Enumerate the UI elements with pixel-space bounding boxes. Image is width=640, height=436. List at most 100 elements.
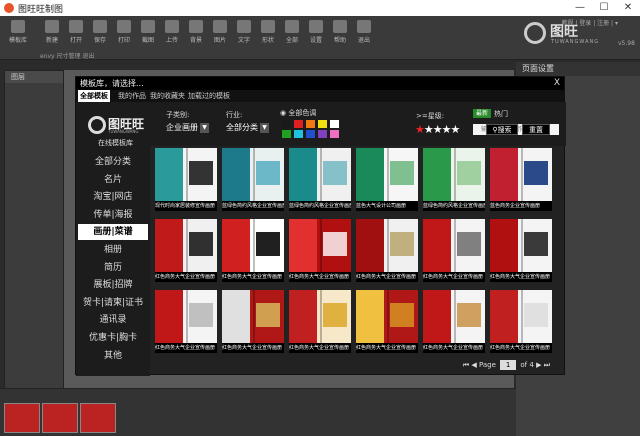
select-all-icon (285, 20, 299, 33)
star-rating-filter[interactable]: ★★★★★ (415, 123, 461, 136)
template-card[interactable]: 蓝绿色简约风格企业宣传画册 (289, 148, 351, 211)
tool-help[interactable]: 帮助 (328, 20, 352, 50)
template-card[interactable]: 红色商务大气企业宣传画册 (155, 219, 217, 282)
tool-settings[interactable]: 设置 (304, 20, 328, 50)
template-card[interactable]: 蓝绿色简约风格企业宣传画册 (222, 148, 284, 211)
subcategory-select[interactable]: 企业画册 ▼ (166, 122, 209, 134)
maximize-button[interactable]: ☐ (592, 0, 616, 16)
template-card[interactable]: 红色商务大气企业宣传画册 (289, 290, 351, 353)
dialog-close-button[interactable]: X (554, 77, 560, 90)
category-item[interactable]: 简历 (78, 260, 148, 276)
close-window-button[interactable]: ✕ (616, 0, 640, 16)
sort-newest-tab[interactable]: 最新 (473, 109, 492, 118)
template-caption: 蓝色大气设计公司画册 (356, 201, 418, 211)
template-preview-image (155, 148, 217, 201)
tool-open[interactable]: 打开 (64, 20, 88, 50)
tool-screenshot[interactable]: 截图 (136, 20, 160, 50)
template-preview-image (356, 148, 418, 201)
tool-shape[interactable]: 形状 (256, 20, 280, 50)
template-card[interactable]: 红色商务大气企业宣传画册 (423, 219, 485, 282)
page-thumbnail[interactable] (4, 403, 40, 433)
color-swatch[interactable] (330, 130, 339, 138)
template-preview-image (490, 148, 552, 201)
category-item[interactable]: 画册|菜谱 (78, 224, 148, 241)
tool-upload[interactable]: 上传 (160, 20, 184, 50)
template-card[interactable]: 蓝色大气设计公司画册 (356, 148, 418, 211)
template-card[interactable]: 蓝色商务企业宣传画册 (490, 148, 552, 211)
minimize-button[interactable]: — (568, 0, 592, 16)
template-caption: 蓝绿色简约风格企业宣传画册 (289, 201, 351, 211)
page-thumbnail[interactable] (80, 403, 116, 433)
first-page-button[interactable]: ⏮ (463, 361, 469, 370)
tool-exit[interactable]: 退出 (352, 20, 376, 50)
page-thumbnail[interactable] (42, 403, 78, 433)
all-colors-option[interactable]: ◉ 全部色调 (280, 108, 316, 118)
template-card[interactable]: 红色商务大气企业宣传画册 (490, 290, 552, 353)
prev-page-button[interactable]: ◀ (471, 361, 476, 369)
template-caption: 红色商务大气企业宣传画册 (423, 343, 485, 353)
color-swatch[interactable] (294, 120, 303, 128)
category-item[interactable]: 名片 (78, 172, 148, 188)
template-card[interactable]: 蓝绿色简约风格企业宣传画册 (423, 148, 485, 211)
industry-select[interactable]: 全部分类 ▼ (226, 122, 269, 134)
color-swatch[interactable] (330, 120, 339, 128)
tool-print[interactable]: 打印 (112, 20, 136, 50)
tool-background[interactable]: 背景 (184, 20, 208, 50)
template-card[interactable]: 红色商务大气企业宣传画册 (155, 290, 217, 353)
template-card[interactable]: 红色商务大气企业宣传画册 (222, 219, 284, 282)
template-card[interactable]: 红色商务大气企业宣传画册 (289, 219, 351, 282)
search-button[interactable]: ⚲搜索 (486, 124, 518, 135)
tool-image[interactable]: 图片 (208, 20, 232, 50)
category-item[interactable]: 优惠卡|胸卡 (78, 330, 148, 346)
color-swatch[interactable] (282, 130, 291, 138)
category-item[interactable]: 贺卡|请柬|证书 (78, 295, 148, 311)
star-icon: ★ (423, 123, 434, 136)
text-icon (237, 20, 251, 33)
tool-text[interactable]: 文字 (232, 20, 256, 50)
tab-my-favorites[interactable]: 我的收藏夹 (148, 90, 187, 102)
template-caption: 红色商务大气企业宣传画册 (155, 272, 217, 282)
of-label: of (520, 361, 528, 369)
category-item[interactable]: 通讯录 (78, 312, 148, 328)
template-card[interactable]: 红色商务大气企业宣传画册 (222, 290, 284, 353)
template-card[interactable]: 现代时尚家居装修宣传画册 (155, 148, 217, 211)
next-page-button[interactable]: ▶ (536, 361, 541, 369)
category-item[interactable]: 展板|招牌 (78, 277, 148, 293)
color-swatch[interactable] (282, 120, 291, 128)
category-item[interactable]: 其他 (78, 348, 148, 364)
color-swatch[interactable] (306, 120, 315, 128)
template-card[interactable]: 红色商务大气企业宣传画册 (490, 219, 552, 282)
tab-all-templates[interactable]: 全部模板 (78, 90, 110, 102)
reset-button[interactable]: 重置 (522, 124, 550, 135)
template-card[interactable]: 红色商务大气企业宣传画册 (423, 290, 485, 353)
tool-save[interactable]: 保存 (88, 20, 112, 50)
tool-template-library[interactable]: 模板库 (6, 20, 30, 50)
color-swatch[interactable] (294, 130, 303, 138)
color-swatch[interactable] (318, 120, 327, 128)
category-item[interactable]: 相册 (78, 242, 148, 258)
tab-my-works[interactable]: 我的作品 (116, 90, 148, 102)
tool-new[interactable]: 新建 (40, 20, 64, 50)
tab-loaded-templates[interactable]: 加载过的模板 (186, 90, 232, 102)
tool-select-all[interactable]: 全部 (280, 20, 304, 50)
dialog-title: 模板库，请选择... (76, 77, 564, 90)
template-card[interactable]: 红色商务大气企业宣传画册 (356, 219, 418, 282)
chevron-down-icon: ▼ (260, 122, 269, 133)
sort-hot-tab[interactable]: 热门 (494, 109, 508, 119)
gear-icon (309, 20, 323, 33)
dialog-tabs: 全部模板 我的作品 我的收藏夹 加载过的模板 (76, 90, 564, 102)
category-item[interactable]: 传单|海报 (78, 207, 148, 223)
help-icon (333, 20, 347, 33)
template-preview-image (289, 219, 351, 272)
page-thumbnail-bar (0, 388, 516, 436)
color-swatch[interactable] (318, 130, 327, 138)
current-page-input[interactable]: 1 (500, 360, 517, 370)
app-icon (4, 3, 14, 13)
category-item[interactable]: 淘宝|网店 (78, 189, 148, 205)
brand-logo: 图旺 TUWANGWANG (524, 20, 616, 48)
star-icon: ★ (450, 123, 461, 136)
color-swatch[interactable] (306, 130, 315, 138)
category-item[interactable]: 全部分类 (78, 154, 148, 170)
last-page-button[interactable]: ⏭ (544, 361, 550, 370)
template-card[interactable]: 红色商务大气企业宣传画册 (356, 290, 418, 353)
